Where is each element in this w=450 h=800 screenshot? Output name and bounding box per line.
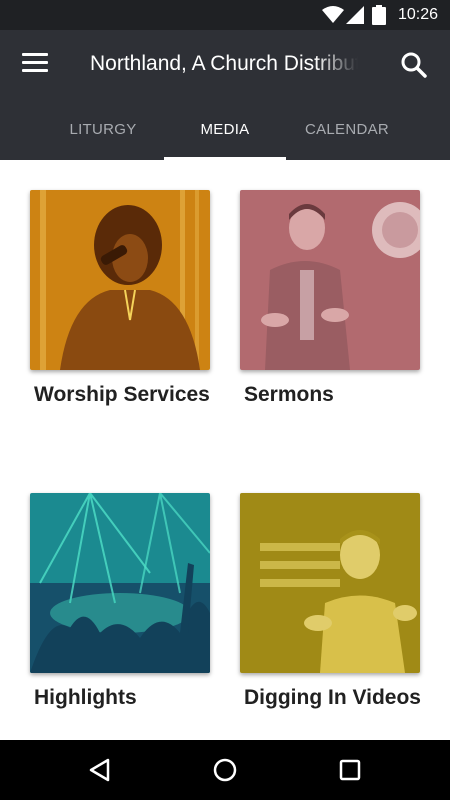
menu-icon[interactable]: [22, 53, 48, 75]
home-icon[interactable]: [209, 754, 241, 786]
status-bar: 10:26: [0, 0, 450, 30]
app-title: Northland, A Church Distributed: [90, 52, 358, 75]
media-card-sermons[interactable]: Sermons: [240, 190, 422, 407]
worship-services-thumbnail: [30, 190, 210, 370]
wifi-icon: [322, 6, 344, 23]
highlights-label: Highlights: [34, 686, 137, 709]
sermons-label: Sermons: [244, 383, 334, 406]
tab-bar: E LITURGY MEDIA CALENDAR I: [0, 100, 450, 160]
media-card-highlights[interactable]: Highlights: [30, 493, 212, 710]
back-icon[interactable]: [84, 754, 116, 786]
tab-calendar[interactable]: CALENDAR: [288, 100, 406, 160]
search-icon[interactable]: [400, 51, 428, 79]
highlights-thumbnail: [30, 493, 210, 673]
worship-services-label: Worship Services: [34, 383, 210, 406]
tab-next[interactable]: I: [440, 100, 450, 160]
media-card-digging-in-videos[interactable]: Digging In Videos: [240, 493, 422, 710]
tab-media[interactable]: MEDIA: [164, 100, 286, 160]
tab-liturgy[interactable]: LITURGY: [44, 100, 162, 160]
signal-icon: [346, 6, 364, 24]
status-time: 10:26: [397, 6, 438, 23]
media-card-worship-services[interactable]: Worship Services: [30, 190, 212, 407]
media-grid: Worship Services Sermons Highlights Digg…: [0, 160, 450, 740]
app-bar: Northland, A Church Distributed: [0, 30, 450, 100]
digging-in-videos-label: Digging In Videos: [244, 686, 421, 709]
sermons-thumbnail: [240, 190, 420, 370]
battery-icon: [372, 5, 386, 25]
digging-in-videos-thumbnail: [240, 493, 420, 673]
tab-previous[interactable]: E: [0, 100, 10, 160]
recents-icon[interactable]: [334, 754, 366, 786]
system-navigation-bar: [0, 740, 450, 800]
